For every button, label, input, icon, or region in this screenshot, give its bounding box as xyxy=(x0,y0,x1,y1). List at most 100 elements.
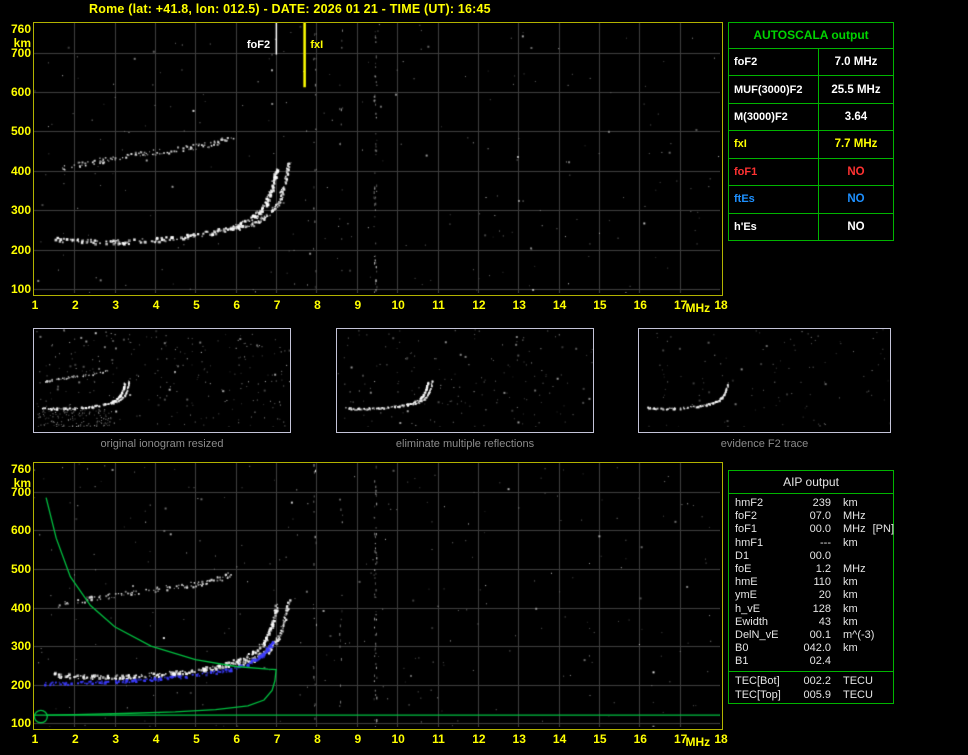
thumbnail-canvas-filtered xyxy=(337,329,593,427)
x-tick-top-9: 9 xyxy=(354,298,362,312)
thumbnail-frame-filtered xyxy=(336,328,594,433)
x-tick-top-8: 8 xyxy=(314,298,321,312)
aip-table-rows: hmF2 239 km foF2 07.0 MHz foF1 00.0 MHz [PN] hmF1 -… xyxy=(729,494,895,668)
aip-param-value: 239 xyxy=(812,497,831,509)
aip-param-label: Ewidth xyxy=(735,615,769,628)
aip-param-unit: km xyxy=(843,615,858,628)
x-tick-bottom-4: 4 xyxy=(152,732,160,746)
x-tick-top-5: 5 xyxy=(193,298,200,312)
x-tick-top-4: 4 xyxy=(152,298,160,312)
aip-param-label: TEC[Top] xyxy=(735,688,781,701)
autoscala-param-label: h'Es xyxy=(729,213,819,240)
thumbnail-caption-filtered: eliminate multiple reflections xyxy=(395,438,535,450)
x-tick-bottom-6: 6 xyxy=(233,732,241,746)
y-tick-top-100: 100 xyxy=(10,282,31,297)
y-tick-bottom-300: 300 xyxy=(10,639,31,654)
aip-param-value: 110 xyxy=(813,576,831,589)
aip-row-TEC[Top]: TEC[Top] 005.9 TECU xyxy=(735,689,893,702)
y-tick-top-500: 500 xyxy=(10,124,31,139)
aip-param-unit: m^(-3) xyxy=(843,628,875,641)
fof2-marker-label: foF2 xyxy=(246,39,271,51)
aip-param-unit: MHz xyxy=(843,562,866,575)
autoscala-param-value: NO xyxy=(847,193,865,206)
x-tick-bottom-8: 8 xyxy=(314,732,321,746)
aip-row-h_vE: h_vE 128 km xyxy=(735,603,893,616)
autoscala-param-label: ftEs xyxy=(729,186,819,213)
thumbnail-caption-f2trace: evidence F2 trace xyxy=(720,438,809,450)
x-tick-top-10: 10 xyxy=(391,298,405,312)
autoscala-row-MUF(3000)F2: MUF(3000)F2 25.5 MHz xyxy=(729,76,893,104)
x-axis-unit-bottom: MHz xyxy=(685,735,711,749)
autoscala-param-value: NO xyxy=(847,220,865,233)
aip-param-unit: km xyxy=(843,576,858,589)
aip-param-flag: [PN] xyxy=(872,523,895,536)
x-tick-bottom-13: 13 xyxy=(512,732,526,746)
aip-tec-rows: TEC[Bot] 002.2 TECU TEC[Top] 005.9 TECU xyxy=(729,672,893,701)
x-tick-top-1: 1 xyxy=(31,298,39,312)
autoscala-table-rows: foF2 7.0 MHz MUF(3000)F2 25.5 MHz M(3000)F2 3… xyxy=(729,49,893,240)
x-tick-top-6: 6 xyxy=(233,298,241,312)
y-axis-unit-top: km xyxy=(13,35,31,50)
aip-param-value: 00.1 xyxy=(809,628,831,641)
aip-param-label: h_vE xyxy=(735,602,761,615)
aip-row-hmF2: hmF2 239 km xyxy=(735,497,893,510)
x-tick-top-2: 2 xyxy=(72,298,79,312)
x-tick-top-16: 16 xyxy=(633,298,647,312)
y-tick-bottom-400: 400 xyxy=(10,600,31,615)
x-tick-bottom-11: 11 xyxy=(432,732,445,746)
x-tick-top-3: 3 xyxy=(112,298,120,312)
aip-param-unit: MHz xyxy=(843,523,866,536)
thumbnail-panel-original: original ionogram resized xyxy=(33,328,291,450)
y-tick-bottom-760: 760 xyxy=(10,461,31,476)
aip-param-label: TEC[Bot] xyxy=(735,675,780,688)
x-tick-top-13: 13 xyxy=(512,298,526,312)
ionogram-plot-top xyxy=(33,22,723,296)
aip-param-value: 005.9 xyxy=(803,688,831,701)
aip-param-label: hmF1 xyxy=(735,536,764,549)
station-date-title: Rome (lat: +41.8, lon: 012.5) - DATE: 20… xyxy=(89,2,491,16)
aip-param-unit: km xyxy=(843,589,858,602)
aip-table-title: AIP output xyxy=(729,471,893,494)
thumbnail-frame-original xyxy=(33,328,291,433)
x-tick-bottom-7: 7 xyxy=(273,732,281,746)
x-tick-bottom-14: 14 xyxy=(552,732,567,746)
autoscala-param-value: NO xyxy=(847,165,865,178)
autoscala-param-value: 7.7 MHz xyxy=(834,138,878,151)
aip-row-Ewidth: Ewidth 43 km xyxy=(735,616,893,629)
fxi-marker-label: fxI xyxy=(310,39,324,51)
aip-output-table: AIP output hmF2 239 km foF2 07.0 MHz foF1 00.0 M… xyxy=(728,470,894,704)
aip-param-value: 43 xyxy=(818,615,831,628)
aip-param-label: foE xyxy=(735,562,752,575)
aip-param-unit: km xyxy=(843,497,858,509)
aip-param-value: 00.0 xyxy=(809,549,831,562)
autoscala-row-fxI: fxI 7.7 MHz xyxy=(729,131,893,159)
ionogram-plot-bottom xyxy=(33,462,723,730)
aip-row-ymE: ymE 20 km xyxy=(735,589,893,602)
thumbnail-frame-f2trace xyxy=(638,328,891,433)
x-tick-top-14: 14 xyxy=(552,298,567,312)
y-tick-bottom-100: 100 xyxy=(10,716,31,731)
autoscala-table-title: AUTOSCALA output xyxy=(729,23,893,49)
x-tick-bottom-2: 2 xyxy=(72,732,79,746)
x-tick-top-11: 11 xyxy=(432,298,445,312)
thumbnail-canvas-f2trace xyxy=(639,329,890,427)
autoscala-row-foF1: foF1 NO xyxy=(729,158,893,187)
thumbnail-panel-f2trace: evidence F2 trace xyxy=(638,328,891,450)
x-tick-top-12: 12 xyxy=(472,298,486,312)
y-tick-top-300: 300 xyxy=(10,203,31,218)
y-tick-bottom-600: 600 xyxy=(10,523,31,538)
aip-param-unit: TECU xyxy=(843,688,873,701)
x-tick-bottom-15: 15 xyxy=(593,732,607,746)
aip-param-value: 00.0 xyxy=(809,523,831,536)
aip-row-foE: foE 1.2 MHz xyxy=(735,563,893,576)
autoscala-param-label: MUF(3000)F2 xyxy=(729,76,819,103)
aip-row-B1: B1 02.4 xyxy=(735,655,893,668)
x-tick-top-15: 15 xyxy=(593,298,607,312)
x-tick-bottom-10: 10 xyxy=(391,732,405,746)
aip-param-label: hmE xyxy=(735,576,758,589)
aip-param-label: foF2 xyxy=(735,510,758,523)
aip-param-value: 042.0 xyxy=(803,642,831,655)
autoscala-output-table: AUTOSCALA output foF2 7.0 MHz MUF(3000)F2 2… xyxy=(728,22,894,241)
aip-param-label: D1 xyxy=(735,549,750,562)
x-axis-unit-top: MHz xyxy=(685,301,711,315)
